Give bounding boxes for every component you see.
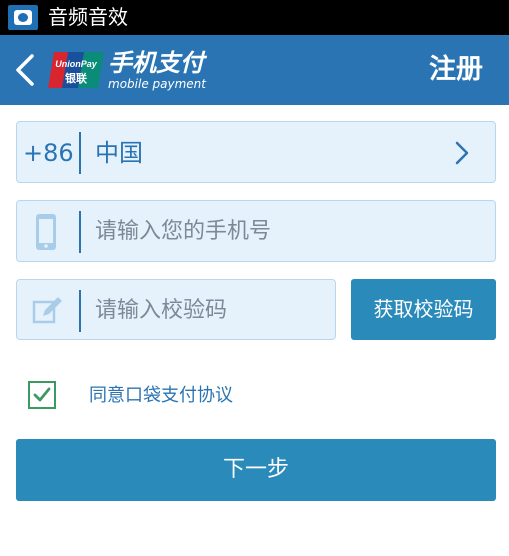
phone-input-placeholder: 请输入您的手机号 [95, 219, 272, 244]
chevron-right-icon [455, 141, 469, 165]
next-step-button[interactable]: 下一步 [16, 439, 496, 501]
back-arrow-icon[interactable] [12, 52, 40, 88]
country-selector[interactable]: +86 中国 [16, 121, 496, 183]
phone-icon [36, 214, 56, 250]
unionpay-logo-icon: UnionPay 银联 [48, 52, 104, 88]
header-bar: UnionPay 银联 手机支付 mobile payment 注册 [0, 35, 509, 105]
checkmark-icon [33, 387, 51, 402]
logo-wordmark: 手机支付 mobile payment [108, 49, 206, 91]
logo-sub-text: mobile payment [108, 77, 206, 91]
agreement-checkbox[interactable] [28, 381, 56, 409]
app-icon [8, 5, 38, 30]
logo-main-text: 手机支付 [108, 49, 204, 77]
page-title: 注册 [429, 54, 483, 85]
status-app-title: 音频音效 [48, 5, 128, 29]
logo-cn-text: 银联 [65, 71, 87, 85]
country-code: +86 [23, 139, 74, 167]
country-name: 中国 [95, 139, 143, 167]
edit-icon [32, 297, 62, 324]
code-input-placeholder: 请输入校验码 [95, 298, 228, 323]
verification-code-field[interactable]: 请输入校验码 [16, 279, 336, 340]
agreement-link[interactable]: 同意口袋支付协议 [89, 383, 233, 409]
logo-brand-text: UnionPay [55, 59, 98, 69]
status-bar: 音频音效 [0, 0, 509, 35]
get-code-button[interactable]: 获取校验码 [351, 279, 496, 340]
phone-field[interactable]: 请输入您的手机号 [16, 200, 496, 262]
